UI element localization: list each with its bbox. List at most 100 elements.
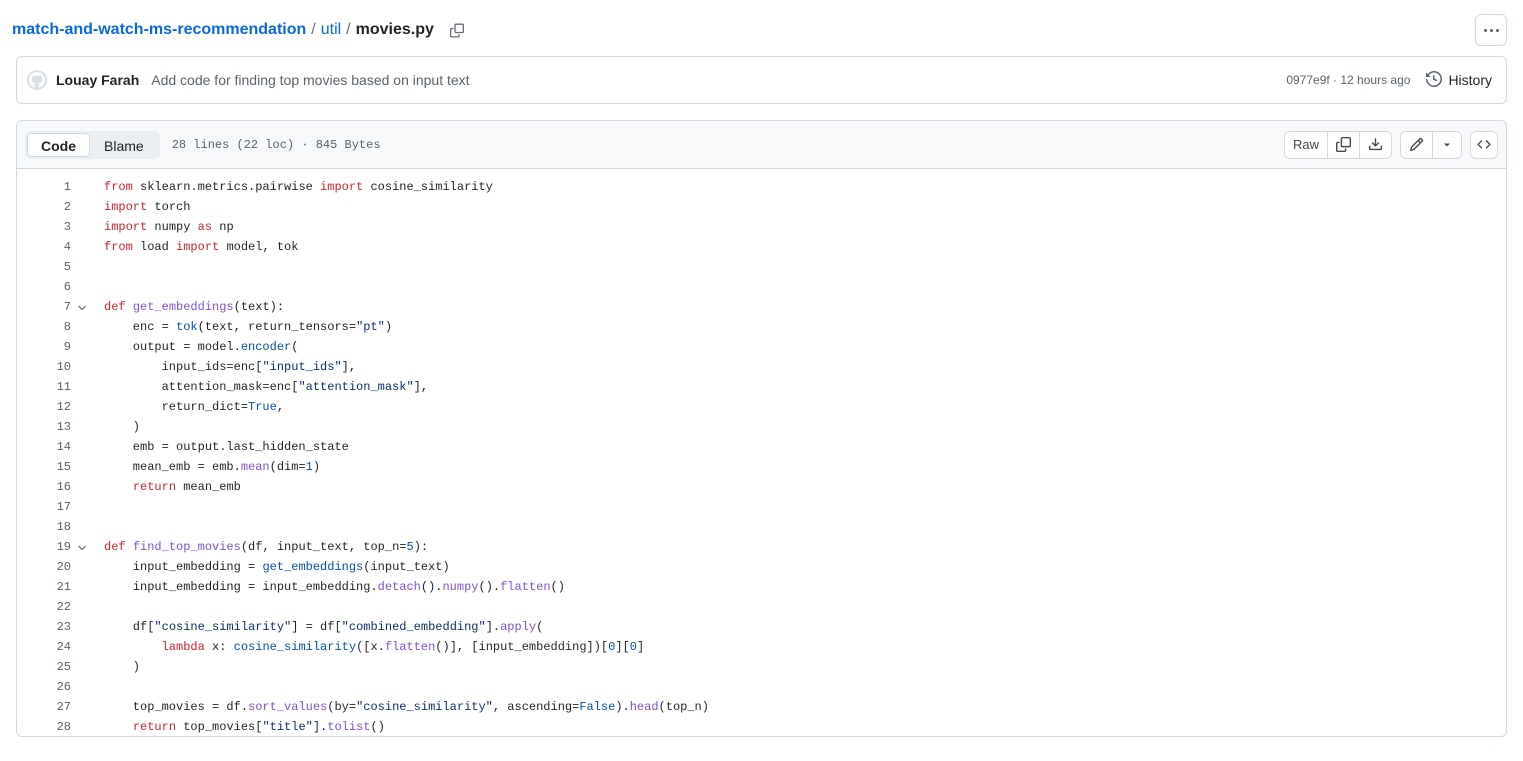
code-line-text: emb = output.last_hidden_state <box>104 440 349 454</box>
commit-sha-and-time: 0977e9f · 12 hours ago <box>1286 73 1411 87</box>
line-number[interactable]: 22 <box>17 597 71 617</box>
copy-raw-icon[interactable] <box>1328 131 1360 158</box>
line-number[interactable]: 4 <box>17 237 71 257</box>
code-line: 9 output = model.encoder( <box>17 337 1506 357</box>
commit-author-group: Louay Farah Add code for finding top mov… <box>27 70 470 90</box>
code-line-text <box>93 277 1506 297</box>
code-line: 23 df["cosine_similarity"] = df["combine… <box>17 617 1506 637</box>
kebab-dot-2 <box>1489 28 1493 32</box>
history-label: History <box>1448 72 1492 88</box>
code-line-text: output = model.encoder( <box>104 340 299 354</box>
breadcrumb-filename: movies.py <box>355 21 434 38</box>
code-content[interactable]: 1 from sklearn.metrics.pairwise import co… <box>17 169 1506 736</box>
line-number[interactable]: 23 <box>17 617 71 637</box>
line-number[interactable]: 27 <box>17 697 71 717</box>
code-line: 12 return_dict=True, <box>17 397 1506 417</box>
code-toolbar-left: Code Blame 28 lines (22 loc) · 845 Bytes <box>25 130 381 159</box>
code-line-text: import torch <box>104 200 191 214</box>
line-number[interactable]: 20 <box>17 557 71 577</box>
code-line: 5 <box>17 257 1506 277</box>
code-line: 3 import numpy as np <box>17 217 1506 237</box>
latest-commit-bar: Louay Farah Add code for finding top mov… <box>16 56 1507 104</box>
line-number[interactable]: 24 <box>17 637 71 657</box>
code-line: 10 input_ids=enc["input_ids"], <box>17 357 1506 377</box>
file-size-meta: 28 lines (22 loc) · 845 Bytes <box>171 137 381 152</box>
code-line: 2 import torch <box>17 197 1506 217</box>
line-number[interactable]: 28 <box>17 717 71 736</box>
line-number[interactable]: 5 <box>17 257 71 277</box>
code-line-text: top_movies = df.sort_values(by="cosine_s… <box>104 700 709 714</box>
triangle-down-icon[interactable] <box>1433 131 1461 158</box>
line-number[interactable]: 26 <box>17 677 71 697</box>
line-number[interactable]: 16 <box>17 477 71 497</box>
code-symbols-icon[interactable] <box>1470 130 1498 159</box>
github-mark-avatar[interactable] <box>27 70 47 90</box>
tab-blame[interactable]: Blame <box>90 133 158 157</box>
line-number[interactable]: 18 <box>17 517 71 537</box>
raw-button[interactable]: Raw <box>1284 131 1328 158</box>
line-number[interactable]: 2 <box>17 197 71 217</box>
breadcrumb-repo-link[interactable]: match-and-watch-ms-recommendation <box>12 21 306 39</box>
code-line-text: attention_mask=enc["attention_mask"], <box>104 380 429 394</box>
line-number[interactable]: 9 <box>17 337 71 357</box>
commit-meta-group: 0977e9f · 12 hours ago History <box>1286 70 1492 90</box>
line-number[interactable]: 12 <box>17 397 71 417</box>
line-number[interactable]: 15 <box>17 457 71 477</box>
code-line-text: input_embedding = input_embedding.detach… <box>104 580 565 594</box>
breadcrumb: match-and-watch-ms-recommendation / util… <box>12 17 470 43</box>
line-number[interactable]: 7 <box>17 297 71 317</box>
kebab-horizontal-icon[interactable] <box>1475 14 1507 46</box>
pencil-edit-icon[interactable] <box>1401 131 1433 158</box>
code-line-text: import numpy as np <box>104 220 234 234</box>
edit-dropdown-group <box>1400 130 1462 159</box>
code-line: 26 <box>17 677 1506 697</box>
line-number[interactable]: 6 <box>17 277 71 297</box>
code-toolbar-right: Raw <box>1283 130 1498 159</box>
line-number[interactable]: 19 <box>17 537 71 557</box>
code-line-text: return_dict=True, <box>104 400 285 414</box>
code-line: 20 input_embedding = get_embeddings(inpu… <box>17 557 1506 577</box>
history-link[interactable]: History <box>1426 70 1492 90</box>
commit-author-name[interactable]: Louay Farah <box>56 72 139 88</box>
code-line: 25 ) <box>17 657 1506 677</box>
chevron-down-icon[interactable] <box>71 537 93 554</box>
code-line-text: ) <box>104 660 141 674</box>
code-line: 1 from sklearn.metrics.pairwise import co… <box>17 177 1506 197</box>
code-line: 4 from load import model, tok <box>17 237 1506 257</box>
code-line: 17 <box>17 497 1506 517</box>
breadcrumb-directory-link[interactable]: util <box>321 21 341 39</box>
line-number[interactable]: 3 <box>17 217 71 237</box>
commit-message[interactable]: Add code for finding top movies based on… <box>151 72 469 88</box>
code-line-text: def find_top_movies(df, input_text, top_… <box>104 540 429 554</box>
code-line: 22 <box>17 597 1506 617</box>
line-number[interactable]: 25 <box>17 657 71 677</box>
raw-copy-download-group: Raw <box>1283 130 1392 159</box>
code-line-text <box>93 257 1506 277</box>
file-header: match-and-watch-ms-recommendation / util… <box>0 0 1523 56</box>
line-number[interactable]: 8 <box>17 317 71 337</box>
line-number[interactable]: 10 <box>17 357 71 377</box>
code-line-text: ) <box>104 420 141 434</box>
chevron-down-icon[interactable] <box>71 297 93 314</box>
line-number[interactable]: 21 <box>17 577 71 597</box>
code-line: 14 emb = output.last_hidden_state <box>17 437 1506 457</box>
kebab-dot-1 <box>1483 28 1487 32</box>
tab-code[interactable]: Code <box>27 132 90 157</box>
code-line-text: from sklearn.metrics.pairwise import cos… <box>104 180 493 194</box>
line-number[interactable]: 1 <box>17 177 71 197</box>
line-number[interactable]: 17 <box>17 497 71 517</box>
code-blame-segmented-control: Code Blame <box>25 130 160 159</box>
download-icon[interactable] <box>1360 131 1391 158</box>
code-line-text: mean_emb = emb.mean(dim=1) <box>104 460 321 474</box>
history-clock-icon <box>1426 70 1443 90</box>
line-number[interactable]: 14 <box>17 437 71 457</box>
code-line-text: enc = tok(text, return_tensors="pt") <box>104 320 393 334</box>
line-number[interactable]: 13 <box>17 417 71 437</box>
code-line: 7 def get_embeddings(text): <box>17 297 1506 317</box>
copy-path-icon[interactable] <box>444 17 470 43</box>
code-line-text: def get_embeddings(text): <box>104 300 285 314</box>
code-line-text <box>93 597 1506 617</box>
code-line: 27 top_movies = df.sort_values(by="cosin… <box>17 697 1506 717</box>
line-number[interactable]: 11 <box>17 377 71 397</box>
code-line-text: input_ids=enc["input_ids"], <box>104 360 357 374</box>
